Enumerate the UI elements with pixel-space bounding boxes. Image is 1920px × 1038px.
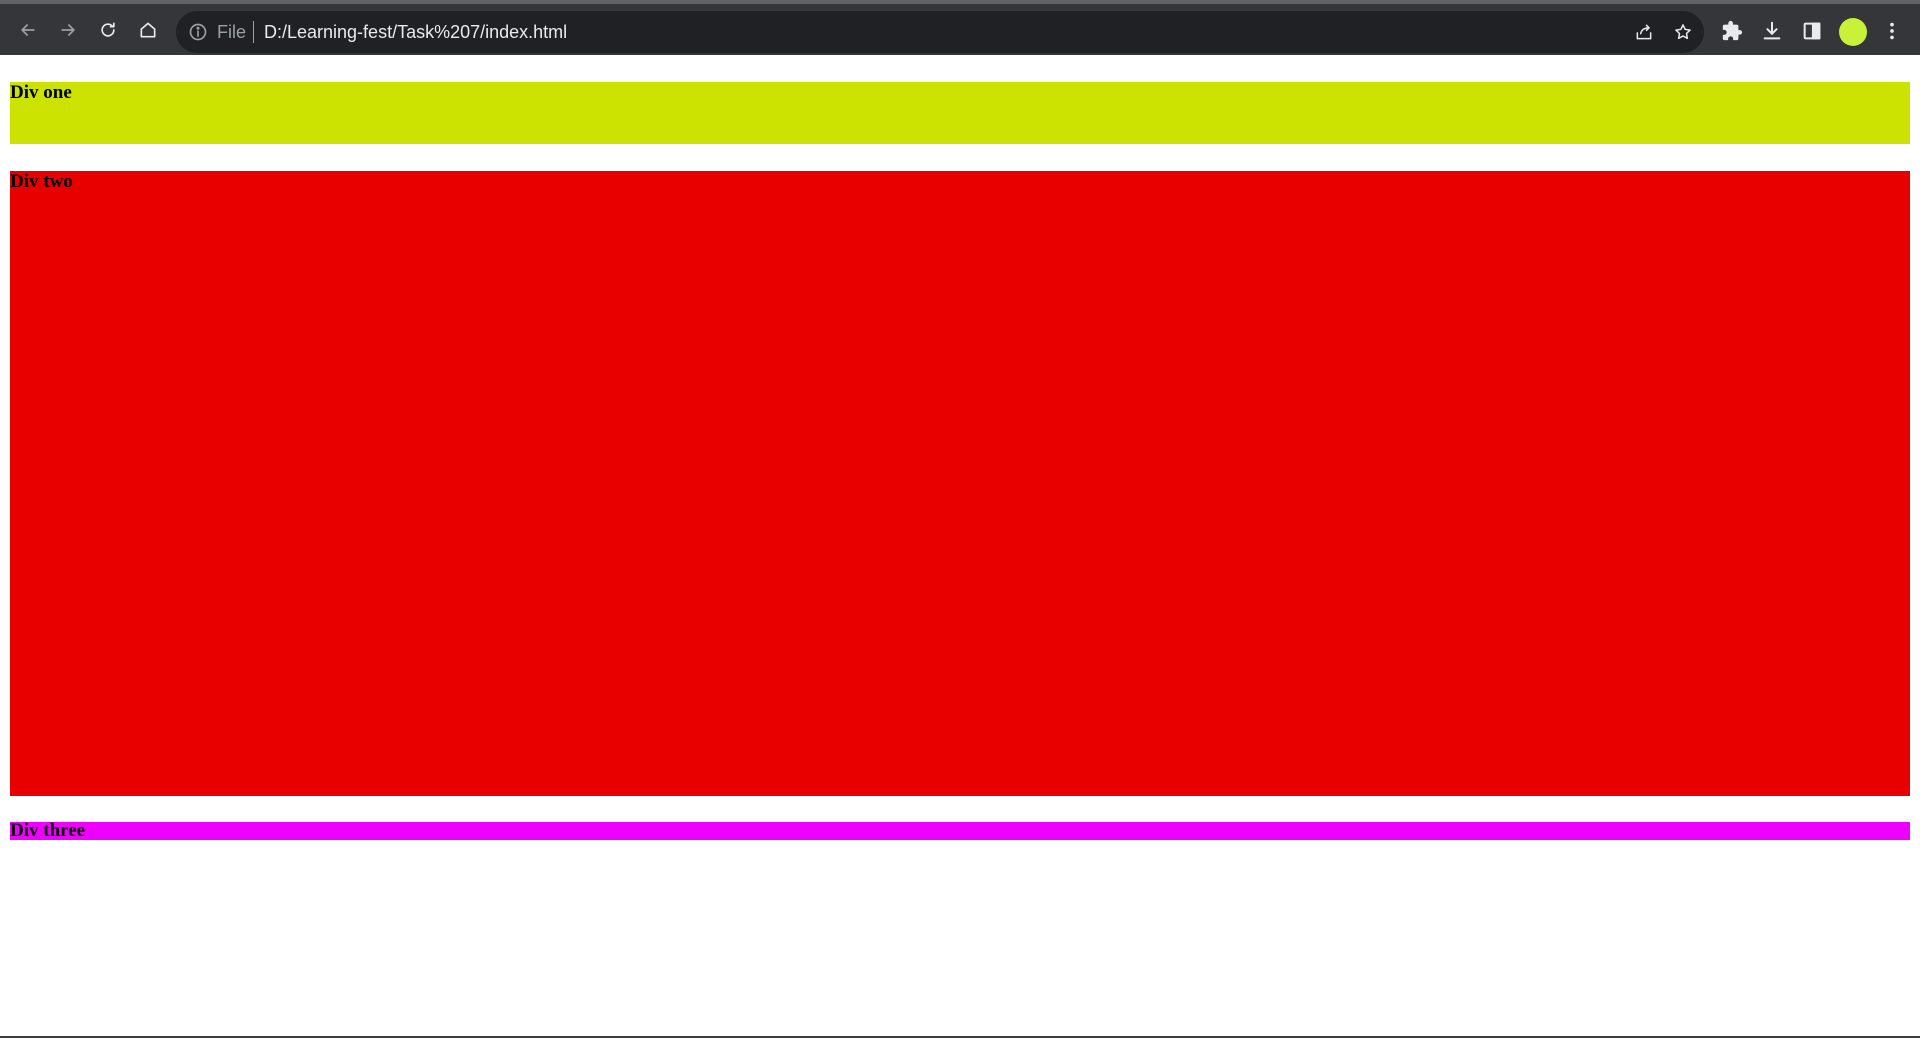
address-url[interactable]: D:/Learning-fest/Task%207/index.html	[264, 22, 567, 42]
arrow-right-icon	[58, 20, 78, 40]
kebab-menu-icon	[1881, 20, 1903, 42]
forward-button[interactable]	[52, 14, 84, 46]
downloads-button[interactable]	[1757, 16, 1787, 46]
back-button[interactable]	[12, 14, 44, 46]
div-three-heading: Div three	[10, 820, 86, 841]
menu-button[interactable]	[1877, 16, 1907, 46]
side-panel-button[interactable]	[1797, 16, 1827, 46]
star-icon	[1673, 22, 1693, 42]
address-separator	[253, 21, 254, 43]
div-two-heading: Div two	[10, 171, 73, 192]
bookmark-button[interactable]	[1670, 19, 1696, 45]
side-panel-icon	[1801, 20, 1823, 42]
home-icon	[138, 20, 158, 40]
reload-button[interactable]	[92, 14, 124, 46]
browser-toolbar: File D:/Learning-fest/Task%207/index.htm…	[0, 0, 1920, 55]
div-three: Div three	[10, 820, 1910, 841]
browser-window: File D:/Learning-fest/Task%207/index.htm…	[0, 0, 1920, 1038]
download-icon	[1761, 20, 1783, 42]
arrow-left-icon	[18, 20, 38, 40]
home-button[interactable]	[132, 14, 164, 46]
extensions-button[interactable]	[1717, 16, 1747, 46]
share-icon	[1634, 22, 1654, 42]
profile-avatar[interactable]	[1839, 18, 1867, 46]
div-two: Div two	[10, 171, 1910, 796]
div-one-heading: Div one	[10, 82, 72, 103]
puzzle-icon	[1721, 20, 1743, 42]
share-button[interactable]	[1631, 19, 1657, 45]
address-bar[interactable]: File D:/Learning-fest/Task%207/index.htm…	[176, 11, 1704, 53]
div-one: Div one	[10, 82, 1910, 144]
reload-icon	[98, 20, 118, 40]
page-content: Div one Div two Div three	[0, 55, 1920, 1038]
info-icon[interactable]	[188, 22, 208, 42]
address-scheme-label: File	[217, 22, 247, 42]
